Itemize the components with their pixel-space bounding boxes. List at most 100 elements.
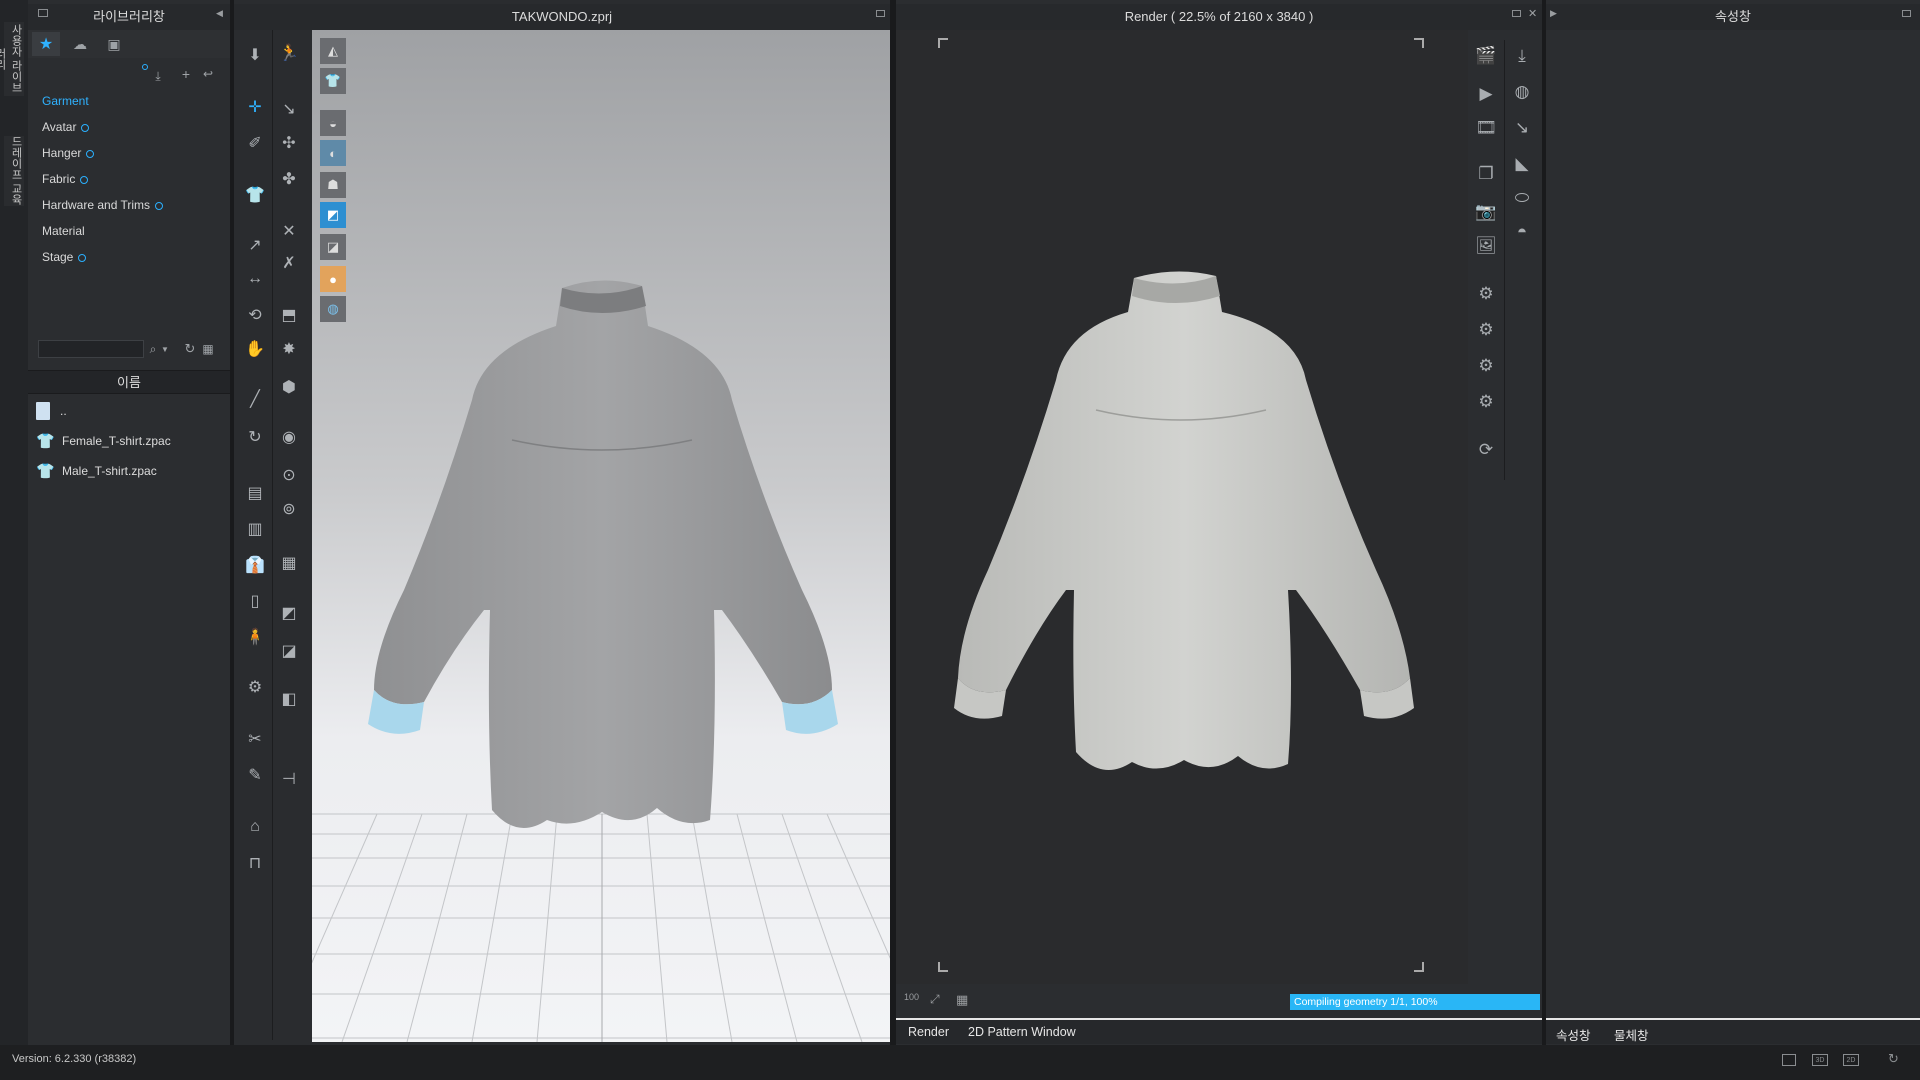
popout-icon[interactable] <box>876 10 885 17</box>
display-environment-icon[interactable]: ◍ <box>320 296 346 322</box>
clipboard-icon[interactable]: ▣ <box>100 32 128 56</box>
animation-settings-icon[interactable]: ⚙ <box>1472 388 1500 416</box>
layout-single-icon[interactable] <box>1782 1054 1796 1066</box>
button-icon[interactable]: ◉ <box>276 424 302 450</box>
measure-icon[interactable]: ↔ <box>242 266 268 292</box>
fold-tool-icon[interactable]: ⬇ <box>242 42 268 68</box>
render-start-icon[interactable]: 🎬 <box>1472 42 1500 70</box>
floor-down-icon[interactable]: ⤓ <box>1508 42 1536 70</box>
tab-object-browser[interactable]: 물체창 <box>1614 1025 1649 1044</box>
select-move-icon[interactable]: ✛ <box>242 94 268 120</box>
category-hanger[interactable]: Hanger <box>28 140 230 166</box>
list-item[interactable]: 👕 Male_T-shirt.zpac <box>36 456 226 486</box>
display-garment-icon[interactable]: 👕 <box>320 68 346 94</box>
trim-piece-icon[interactable]: ▦ <box>276 550 302 576</box>
area-light-icon[interactable]: ⬭ <box>1508 184 1536 212</box>
cut-icon[interactable]: ✂ <box>242 726 268 752</box>
category-stage[interactable]: Stage <box>28 244 230 270</box>
chevron-down-icon[interactable]: ▼ <box>160 340 170 358</box>
layout-2d-icon[interactable]: 2D <box>1843 1054 1859 1066</box>
category-fabric[interactable]: Fabric <box>28 166 230 192</box>
align-icon[interactable]: ⊣ <box>276 766 302 792</box>
buttonhole-icon[interactable]: ⊙ <box>276 462 302 488</box>
layout-3d-icon[interactable]: 3D <box>1812 1054 1828 1066</box>
refresh-icon[interactable]: ↻ <box>182 340 198 358</box>
shirt-icon[interactable]: 👔 <box>242 552 268 578</box>
grid-view-icon[interactable]: ▦ <box>200 340 216 358</box>
tab-2d-pattern-window[interactable]: 2D Pattern Window <box>968 1025 1076 1039</box>
hanger-icon[interactable]: ⌂ <box>242 814 268 840</box>
render-canvas[interactable] <box>896 30 1468 984</box>
viewport3d[interactable]: ◭ 👕 ◒ ◐ ☗ ◩ ◪ ● ◍ <box>312 30 890 1042</box>
display-avatar-skin-icon[interactable]: ● <box>320 266 346 292</box>
zipper-icon[interactable]: ⊚ <box>276 496 302 522</box>
sewing-line-icon[interactable]: ✗ <box>276 250 302 276</box>
back-arrow-icon[interactable]: ↩ <box>200 66 216 82</box>
list-item[interactable]: .. <box>36 396 226 426</box>
add-icon[interactable]: + <box>178 66 194 82</box>
popout-icon[interactable] <box>1902 10 1911 17</box>
display-thickness-icon[interactable]: ◪ <box>320 234 346 260</box>
render-video-icon[interactable]: ▶ <box>1472 80 1500 108</box>
expand-icon[interactable]: ▶ <box>1550 8 1557 19</box>
grab-icon[interactable]: ✋ <box>242 336 268 362</box>
fit-icon[interactable]: ⊓ <box>242 850 268 876</box>
shape-icon[interactable]: ✕ <box>276 218 302 244</box>
sew-icon[interactable]: ✣ <box>276 130 302 156</box>
image-save-icon[interactable]: 🖼 <box>1472 232 1500 260</box>
render-animation-icon[interactable]: 🎞 <box>1472 114 1500 142</box>
grid-icon[interactable]: ▦ <box>956 992 968 1008</box>
tab-drape-education[interactable]: 드레이프 교육 <box>4 136 24 206</box>
category-avatar[interactable]: Avatar <box>28 114 230 140</box>
material-icon[interactable]: ◪ <box>276 638 302 664</box>
line-icon[interactable]: ╱ <box>242 386 268 412</box>
spot-light-icon[interactable]: ◣ <box>1508 150 1536 178</box>
pucker-icon[interactable]: ⬢ <box>276 374 302 400</box>
segment-icon[interactable]: ↘ <box>276 96 302 122</box>
texture-icon[interactable]: ▤ <box>242 480 268 506</box>
render-zoom-100-icon[interactable]: 100 <box>904 992 922 1010</box>
avatar-icon[interactable]: 🧍 <box>242 624 268 650</box>
library-search-input[interactable] <box>38 340 144 358</box>
display-skin-icon[interactable]: ☗ <box>320 172 346 198</box>
cloud-icon[interactable]: ☁ <box>66 32 94 56</box>
library-popout-icon[interactable] <box>38 9 48 17</box>
garment-tool-icon[interactable]: 👕 <box>242 182 268 208</box>
sphere-icon[interactable]: ◍ <box>1508 78 1536 106</box>
name-column-header[interactable]: 이름 <box>28 371 230 395</box>
download-icon[interactable]: ⤓ <box>150 68 166 84</box>
dome-light-icon[interactable]: ◓ <box>1508 218 1536 246</box>
simulate-icon[interactable]: 🏃 <box>276 40 302 66</box>
list-item[interactable]: 👕 Female_T-shirt.zpac <box>36 426 226 456</box>
category-hardware-and-trims[interactable]: Hardware and Trims <box>28 192 230 218</box>
render-copy-icon[interactable]: ❐ <box>1472 160 1500 188</box>
category-material[interactable]: Material <box>28 218 230 244</box>
tab-user-library[interactable]: 사용자 라이브러리 <box>0 22 24 96</box>
display-texture-icon[interactable]: ◒ <box>320 110 346 136</box>
fit-view-icon[interactable]: ⤢ <box>930 992 940 1007</box>
pin-icon[interactable]: ⟲ <box>242 302 268 328</box>
collapse-left-icon[interactable]: ◀ <box>216 8 223 19</box>
graphic-icon[interactable]: ◧ <box>276 686 302 712</box>
light-settings-icon[interactable]: ⚙ <box>1472 352 1500 380</box>
display-avatar-icon[interactable]: ◭ <box>320 38 346 64</box>
tab-render[interactable]: Render <box>908 1025 949 1039</box>
fold-arrange-icon[interactable]: ⬒ <box>276 302 302 328</box>
favorites-star-icon[interactable]: ★ <box>32 32 60 56</box>
fabric-icon[interactable]: ◩ <box>276 600 302 626</box>
tack-icon[interactable]: ↗ <box>242 232 268 258</box>
refresh-icon[interactable]: ↻ <box>1888 1051 1899 1067</box>
pen-icon[interactable]: ✎ <box>242 762 268 788</box>
render-property-icon[interactable]: ⟳ <box>1472 436 1500 464</box>
free-sew-icon[interactable]: ✤ <box>276 166 302 192</box>
image-settings-icon[interactable]: ⚙ <box>1472 280 1500 308</box>
edit-pattern-icon[interactable]: ✐ <box>242 130 268 156</box>
rotate-icon[interactable]: ↻ <box>242 424 268 450</box>
topstitch-icon[interactable]: ✸ <box>276 336 302 362</box>
display-mesh-icon[interactable]: ◩ <box>320 202 346 228</box>
search-icon[interactable]: ⌕ <box>146 340 160 358</box>
directional-light-icon[interactable]: ↘ <box>1508 114 1536 142</box>
pants-icon[interactable]: ▯ <box>242 588 268 614</box>
close-icon[interactable]: ✕ <box>1528 7 1537 20</box>
tab-property[interactable]: 속성창 <box>1556 1025 1591 1044</box>
